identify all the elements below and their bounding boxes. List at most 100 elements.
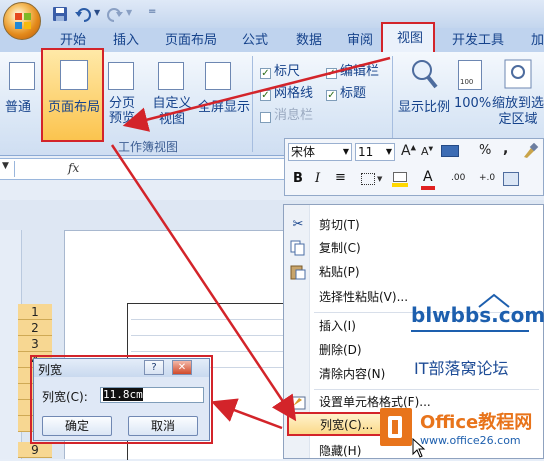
copy-icon: [290, 240, 305, 256]
format-painter-icon[interactable]: [521, 143, 539, 159]
align-center-icon[interactable]: ≡: [335, 170, 346, 185]
custom-views-icon: [158, 62, 184, 90]
bold-button[interactable]: B: [293, 171, 303, 186]
fill-color-icon[interactable]: [393, 172, 407, 182]
merge-center-icon[interactable]: [503, 172, 519, 186]
row-header[interactable]: 9: [18, 442, 52, 458]
accounting-format-icon[interactable]: [441, 145, 459, 157]
page-break-preview-button[interactable]: 分页预览: [106, 96, 138, 126]
ruler-label: 标尺: [274, 64, 301, 79]
grow-font-icon[interactable]: A▲: [401, 143, 416, 159]
formula-bar: ▼ fx: [0, 158, 290, 180]
percent-style-button[interactable]: %: [479, 143, 491, 158]
group-divider: [252, 56, 253, 152]
row-header[interactable]: 1: [18, 304, 52, 320]
dialog-title: 列宽: [38, 363, 63, 377]
font-color-button[interactable]: A: [423, 169, 433, 185]
customize-qat-icon[interactable]: =: [148, 6, 156, 24]
menu-item-column-width[interactable]: 列宽(C)...: [320, 415, 373, 435]
scissors-icon: ✂: [292, 217, 304, 232]
headings-label: 标题: [340, 86, 367, 101]
close-button[interactable]: ✕: [172, 360, 192, 375]
format-cells-icon: [290, 396, 306, 410]
house-icon: [478, 293, 510, 308]
tab-data[interactable]: 数据: [296, 31, 322, 51]
paste-icon: [290, 265, 306, 280]
zoom-100-badge: 100: [460, 78, 474, 86]
row-header[interactable]: 2: [18, 320, 52, 336]
column-width-highlight: 列宽(C)...: [287, 412, 383, 436]
tab-insert[interactable]: 插入: [113, 31, 139, 51]
headings-checkbox[interactable]: ✓ 标题: [326, 82, 366, 101]
normal-view-button[interactable]: 普通: [5, 96, 31, 115]
checkbox-icon: ✓: [260, 112, 271, 123]
decrease-decimal-icon[interactable]: +.0: [479, 173, 495, 183]
tab-formulas[interactable]: 公式: [242, 31, 268, 51]
mini-toolbar: 宋体 ▼ 11 ▼ A▲ A▼ % , B I ≡ ▼ A .00 +.0: [284, 138, 544, 196]
menu-item-copy[interactable]: 复制(C): [319, 238, 361, 258]
menu-item-cut[interactable]: 剪切(T): [319, 215, 360, 235]
formula-bar-label: 编辑栏: [340, 64, 380, 79]
menu-item-paste[interactable]: 粘贴(P): [319, 262, 360, 282]
full-screen-icon: [205, 62, 231, 90]
zoom-button[interactable]: 显示比例: [398, 96, 450, 115]
brand-text: Office教程网: [420, 412, 533, 433]
column-width-input[interactable]: 11.8cm: [100, 387, 204, 403]
undo-icon[interactable]: [74, 5, 92, 23]
cancel-button[interactable]: 取消: [128, 416, 198, 436]
chevron-down-icon[interactable]: ▼: [377, 175, 382, 183]
zoom-100-icon: 100: [458, 60, 482, 90]
name-box-dropdown-icon[interactable]: ▼: [2, 161, 9, 171]
insert-function-icon[interactable]: fx: [68, 161, 79, 175]
gridlines-checkbox[interactable]: ✓ 网格线: [260, 82, 313, 101]
tab-review[interactable]: 审阅: [347, 31, 373, 51]
page-layout-view-button[interactable]: 页面布局: [48, 96, 100, 115]
undo-dropdown-icon[interactable]: ▼: [94, 8, 100, 26]
checkmark-icon: ✓: [260, 90, 271, 101]
italic-button[interactable]: I: [315, 171, 320, 186]
full-screen-button[interactable]: 全屏显示: [196, 96, 252, 115]
increase-decimal-icon[interactable]: .00: [451, 173, 465, 183]
redo-icon[interactable]: [106, 5, 124, 23]
menu-item-paste-special[interactable]: 选择性粘贴(V)...: [319, 287, 408, 307]
office-brand-logo-icon: [380, 408, 412, 446]
magnifier-icon: [412, 60, 438, 89]
menu-item-hide[interactable]: 隐藏(H): [319, 441, 361, 461]
checkmark-icon: ✓: [326, 90, 337, 101]
tab-more[interactable]: 加: [531, 31, 544, 51]
column-width-value: 11.8cm: [103, 388, 143, 401]
borders-icon[interactable]: [361, 173, 375, 185]
tab-view[interactable]: 视图: [397, 29, 423, 49]
chevron-down-icon: ▼: [385, 147, 392, 156]
shrink-font-icon[interactable]: A▼: [421, 145, 433, 158]
font-size-select[interactable]: 11 ▼: [355, 143, 395, 161]
office-button[interactable]: [3, 2, 41, 40]
message-bar-checkbox[interactable]: ✓消息栏: [260, 104, 313, 123]
tab-developer[interactable]: 开发工具: [452, 31, 504, 51]
message-bar-label: 消息栏: [274, 108, 314, 123]
menu-item-delete[interactable]: 删除(D): [319, 340, 362, 360]
comma-style-button[interactable]: ,: [503, 141, 508, 157]
custom-views-button[interactable]: 自定义视图: [152, 96, 192, 128]
tab-page-layout[interactable]: 页面布局: [165, 31, 217, 51]
zoom-to-selection-button[interactable]: 缩放到选定区域: [492, 96, 544, 128]
watermark-underline: [411, 330, 529, 332]
font-color-swatch: [421, 186, 435, 190]
gridlines-label: 网格线: [274, 86, 314, 101]
help-button[interactable]: ?: [144, 360, 164, 375]
menu-item-clear-contents[interactable]: 清除内容(N): [319, 364, 385, 384]
formula-bar-checkbox[interactable]: ✓ 编辑栏: [326, 60, 379, 79]
zoom-100-button[interactable]: 100%: [454, 96, 491, 111]
page-break-preview-icon: [108, 62, 134, 90]
menu-item-insert[interactable]: 插入(I): [319, 316, 356, 336]
ruler-checkbox[interactable]: ✓ 标尺: [260, 60, 300, 79]
font-name-select[interactable]: 宋体 ▼: [288, 143, 352, 161]
dialog-titlebar: 列宽 ? ✕: [34, 359, 209, 377]
redo-dropdown-icon[interactable]: ▼: [126, 8, 132, 26]
row-header[interactable]: 3: [18, 336, 52, 352]
ok-button[interactable]: 确定: [42, 416, 112, 436]
normal-view-icon: [9, 62, 35, 90]
save-icon[interactable]: [52, 5, 68, 23]
column-width-dialog: 列宽 ? ✕ 列宽(C): 11.8cm 确定 取消: [33, 358, 210, 441]
brand-url: www.office26.com: [420, 434, 521, 447]
